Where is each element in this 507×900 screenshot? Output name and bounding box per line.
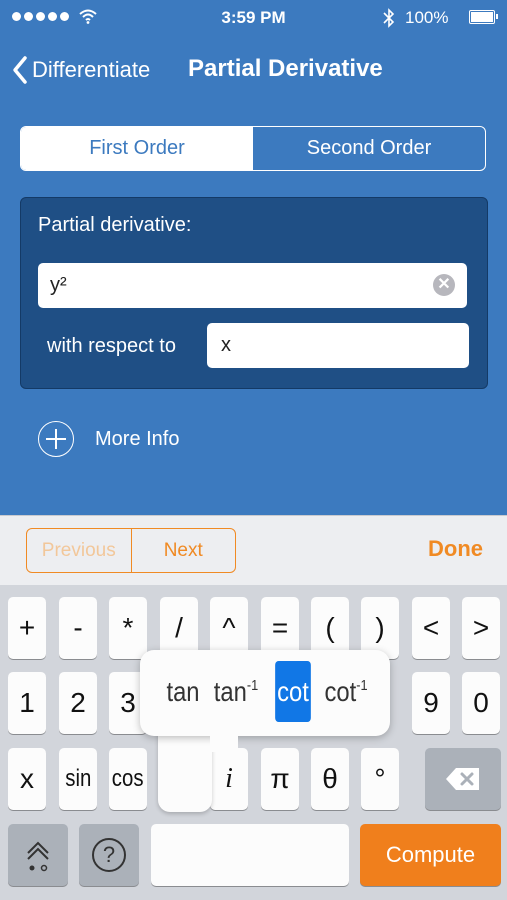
status-bar: 3:59 PM 100% — [0, 0, 507, 36]
prev-next-control: Previous Next — [26, 528, 236, 573]
plus-circle-icon — [38, 421, 74, 457]
popup-cot[interactable]: cot — [275, 661, 311, 722]
key-x[interactable]: x — [8, 748, 46, 810]
previous-button[interactable]: Previous — [27, 529, 132, 572]
key-theta[interactable]: θ — [311, 748, 349, 810]
key-0[interactable]: 0 — [462, 672, 500, 734]
key-less-than[interactable]: < — [412, 597, 450, 659]
segment-first-order[interactable]: First Order — [21, 127, 253, 170]
popup-arctan[interactable]: tan -1 — [212, 661, 260, 722]
battery-percent: 100% — [405, 8, 449, 27]
key-cos[interactable]: cos — [109, 748, 147, 810]
expression-value: y² — [50, 274, 67, 296]
caret-up-icon — [27, 841, 49, 872]
key-1[interactable]: 1 — [8, 672, 46, 734]
key-greater-than[interactable]: > — [462, 597, 500, 659]
next-button[interactable]: Next — [132, 529, 236, 572]
more-info-label: More Info — [95, 427, 180, 450]
key-9[interactable]: 9 — [412, 672, 450, 734]
key-2[interactable]: 2 — [59, 672, 97, 734]
popup-tail — [158, 730, 212, 812]
key-imaginary[interactable]: i — [210, 748, 248, 810]
key-pi[interactable]: π — [261, 748, 299, 810]
key-degree[interactable]: ° — [361, 748, 399, 810]
popup-arccot[interactable]: cot -1 — [324, 661, 368, 722]
panel-title: Partial derivative: — [38, 214, 192, 236]
help-key[interactable]: ? — [79, 824, 139, 886]
done-button[interactable]: Done — [428, 536, 483, 562]
compute-button[interactable]: Compute — [360, 824, 501, 886]
bluetooth-icon — [383, 8, 395, 28]
space-key[interactable] — [151, 824, 349, 886]
clear-icon[interactable]: ✕ — [433, 274, 455, 296]
more-info-button[interactable]: More Info — [38, 421, 179, 457]
variable-input[interactable]: x — [207, 323, 469, 368]
segment-second-order[interactable]: Second Order — [253, 127, 485, 170]
variable-value: x — [221, 334, 231, 356]
key-minus[interactable]: - — [59, 597, 97, 659]
back-button[interactable]: Differentiate — [12, 52, 150, 88]
popup-tan[interactable]: tan — [163, 661, 202, 722]
respect-label: with respect to — [47, 335, 176, 357]
expression-input[interactable]: y² ✕ — [38, 263, 467, 308]
chevron-left-icon — [13, 56, 27, 84]
help-icon: ? — [92, 838, 126, 872]
shift-key[interactable] — [8, 824, 68, 886]
page-title: Partial Derivative — [188, 55, 383, 82]
order-segmented-control: First Order Second Order — [20, 126, 486, 171]
backspace-icon — [446, 768, 479, 790]
key-plus[interactable]: + — [8, 597, 46, 659]
backspace-key[interactable] — [425, 748, 501, 810]
key-sin[interactable]: sin — [59, 748, 97, 810]
key-multiply[interactable]: * — [109, 597, 147, 659]
battery-icon — [469, 10, 498, 24]
popup-curve — [210, 732, 238, 752]
back-label: Differentiate — [32, 57, 151, 82]
